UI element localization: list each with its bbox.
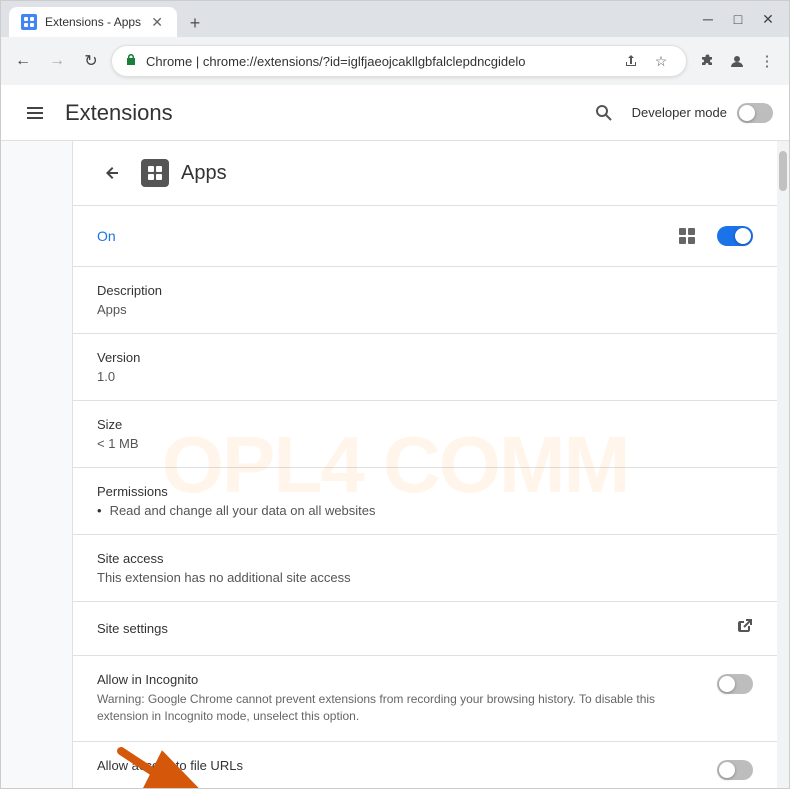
grid-icon — [673, 222, 701, 250]
bullet-icon: • — [97, 503, 102, 518]
content-area: Apps On — [73, 141, 777, 788]
scrollbar[interactable] — [777, 141, 789, 788]
detail-header: Apps — [73, 141, 777, 206]
secure-icon — [124, 53, 138, 70]
description-value: Apps — [97, 302, 753, 317]
toggle-thumb — [739, 105, 755, 121]
toolbar-buttons: ⋮ — [693, 47, 781, 75]
permissions-section: Permissions • Read and change all your d… — [73, 468, 777, 535]
extensions-header: Extensions Developer mode — [1, 85, 789, 141]
site-settings-row[interactable]: Site settings — [73, 602, 777, 656]
incognito-title: Allow in Incognito — [97, 672, 701, 687]
bookmark-icon[interactable]: ☆ — [648, 48, 674, 74]
url-actions: ☆ — [618, 48, 674, 74]
allow-file-access-row: Allow access to file URLs — [73, 742, 777, 788]
window-controls: ─ □ ✕ — [695, 6, 781, 32]
browser-window: Extensions - Apps ✕ + ─ □ ✕ ← → ↻ Chrome… — [0, 0, 790, 789]
file-access-title: Allow access to file URLs — [97, 758, 701, 773]
developer-mode-area: Developer mode — [586, 95, 773, 131]
permission-item: • Read and change all your data on all w… — [97, 503, 753, 518]
permission-text: Read and change all your data on all web… — [110, 503, 376, 518]
site-access-section: Site access This extension has no additi… — [73, 535, 777, 602]
version-label: Version — [97, 350, 753, 365]
content-wrapper: Apps On — [1, 141, 789, 788]
tab-bar: Extensions - Apps ✕ + — [9, 1, 695, 37]
scrollbar-thumb — [779, 151, 787, 191]
url-bar[interactable]: Chrome | chrome://extensions/?id=iglfjae… — [111, 45, 687, 77]
incognito-toggle-thumb — [719, 676, 735, 692]
site-access-label: Site access — [97, 551, 753, 566]
back-button-detail[interactable] — [97, 157, 129, 189]
sidebar-strip — [1, 141, 73, 788]
title-bar: Extensions - Apps ✕ + ─ □ ✕ — [1, 1, 789, 37]
extension-enable-toggle[interactable] — [717, 226, 753, 246]
extension-name: Apps — [181, 162, 227, 185]
profile-icon[interactable] — [723, 47, 751, 75]
tab-title: Extensions - Apps — [45, 15, 141, 29]
on-right-controls — [673, 222, 753, 250]
size-label: Size — [97, 417, 753, 432]
maximize-button[interactable]: □ — [725, 6, 751, 32]
site-settings-label: Site settings — [97, 621, 168, 636]
extension-detail-page: Apps On — [73, 141, 777, 788]
permissions-label: Permissions — [97, 484, 753, 499]
file-access-text: Allow access to file URLs — [97, 758, 701, 777]
extensions-icon[interactable] — [693, 47, 721, 75]
address-bar: ← → ↻ Chrome | chrome://extensions/?id=i… — [1, 37, 789, 85]
external-link-icon — [737, 618, 753, 639]
hamburger-menu-button[interactable] — [17, 95, 53, 131]
url-text: Chrome | chrome://extensions/?id=iglfjae… — [146, 54, 610, 69]
minimize-button[interactable]: ─ — [695, 6, 721, 32]
close-button[interactable]: ✕ — [755, 6, 781, 32]
new-tab-button[interactable]: + — [181, 9, 209, 37]
incognito-toggle-ctrl — [717, 674, 753, 694]
share-icon[interactable] — [618, 48, 644, 74]
file-access-toggle[interactable] — [717, 760, 753, 780]
menu-icon[interactable]: ⋮ — [753, 47, 781, 75]
incognito-toggle[interactable] — [717, 674, 753, 694]
file-access-toggle-thumb — [719, 762, 735, 778]
tab-extension-icon — [21, 14, 37, 30]
developer-mode-label: Developer mode — [632, 105, 727, 120]
active-tab[interactable]: Extensions - Apps ✕ — [9, 7, 177, 37]
size-value: < 1 MB — [97, 436, 753, 451]
size-section: Size < 1 MB — [73, 401, 777, 468]
extensions-title: Extensions — [65, 100, 586, 126]
extension-icon-detail — [141, 159, 169, 187]
file-access-toggle-ctrl — [717, 760, 753, 780]
developer-mode-toggle[interactable] — [737, 103, 773, 123]
version-section: Version 1.0 — [73, 334, 777, 401]
refresh-button[interactable]: ↻ — [77, 47, 105, 75]
forward-button[interactable]: → — [43, 47, 71, 75]
site-access-value: This extension has no additional site ac… — [97, 570, 753, 585]
incognito-text: Allow in Incognito Warning: Google Chrom… — [97, 672, 701, 725]
enable-toggle-thumb — [735, 228, 751, 244]
search-button[interactable] — [586, 95, 622, 131]
version-value: 1.0 — [97, 369, 753, 384]
back-button[interactable]: ← — [9, 47, 37, 75]
description-label: Description — [97, 283, 753, 298]
description-section: Description Apps — [73, 267, 777, 334]
enable-disable-row: On — [73, 206, 777, 267]
tab-close-button[interactable]: ✕ — [149, 14, 165, 30]
allow-incognito-row: Allow in Incognito Warning: Google Chrom… — [73, 656, 777, 742]
incognito-desc: Warning: Google Chrome cannot prevent ex… — [97, 691, 701, 725]
status-label: On — [97, 228, 116, 244]
